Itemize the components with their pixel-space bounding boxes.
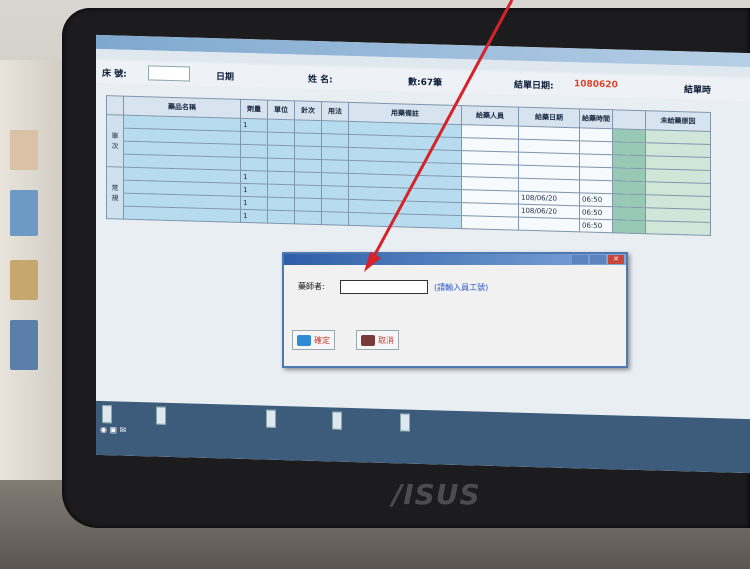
arrow-head: [364, 252, 381, 272]
arrow-shaft: [370, 0, 514, 261]
brand-logo: /ISUS: [392, 478, 481, 511]
red-arrow: [364, 0, 514, 272]
